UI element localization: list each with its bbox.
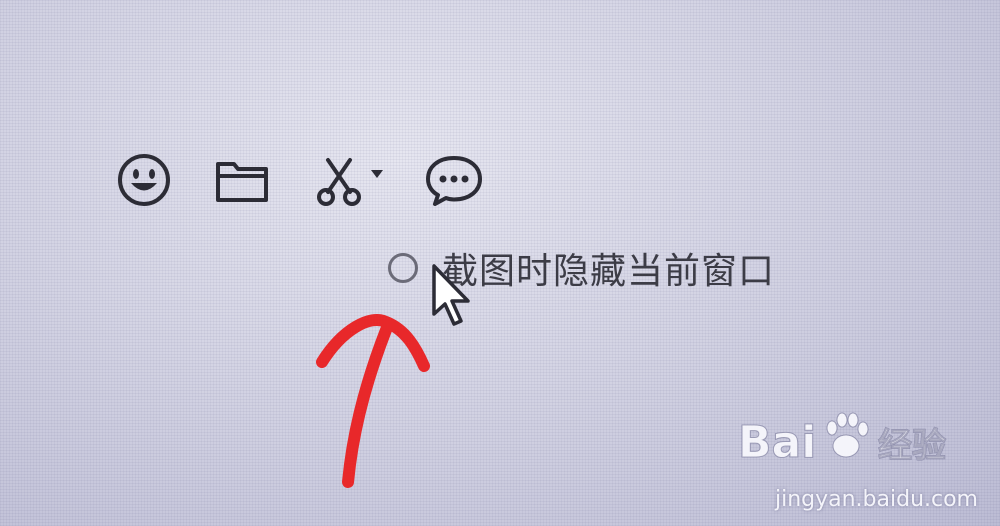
watermark-url: jingyan.baidu.com (774, 487, 978, 512)
chat-history-button[interactable] (422, 150, 486, 210)
chat-toolbar (112, 150, 492, 210)
emoji-icon (118, 154, 170, 206)
folder-icon (216, 162, 268, 202)
hide-window-radio[interactable] (388, 253, 418, 283)
svg-text:经验: 经验 (878, 426, 946, 466)
red-arrow-annotation (316, 314, 430, 488)
hide-window-label[interactable]: 截图时隐藏当前窗口 (442, 242, 775, 294)
baidu-jingyan-watermark: Bai 经验 jingyan.baidu.com (738, 402, 978, 512)
send-file-button[interactable] (210, 150, 274, 210)
baidu-logo: Bai 经验 (738, 412, 947, 469)
chevron-down-icon[interactable] (370, 169, 384, 179)
chat-bubble-icon (426, 156, 482, 206)
screenshot-button[interactable] (308, 150, 388, 210)
scissors-icon (317, 158, 361, 206)
emoji-button[interactable] (112, 150, 176, 210)
svg-text:Bai: Bai (738, 417, 816, 468)
